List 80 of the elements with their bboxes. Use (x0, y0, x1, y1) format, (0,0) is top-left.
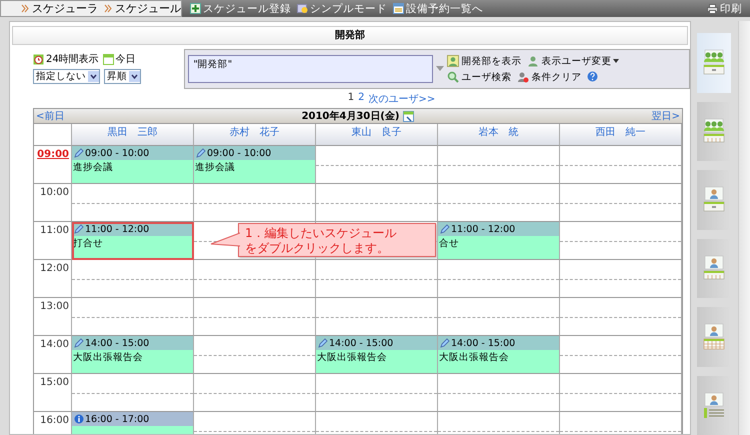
event-title: 大阪出張報告会 (72, 351, 144, 364)
event-title: 大阪出張報告会 (316, 351, 388, 364)
schedule-event[interactable]: 09:00 - 10:00 進捗会議 (194, 146, 316, 184)
event-title: 進捗会議 (194, 161, 236, 174)
dropdown-arrow-icon[interactable] (436, 66, 444, 72)
schedule-event[interactable]: 16:00 - 17:00 (72, 412, 194, 434)
page-link[interactable]: 2 (358, 92, 364, 106)
panel-title: 開発部 (12, 26, 688, 45)
time-label: 13:00 (34, 298, 72, 336)
note-icon (297, 3, 308, 14)
today-link[interactable]: 今日 (102, 52, 136, 66)
schedule-event[interactable]: 14:00 - 15:00 大阪出張報告会 (72, 336, 194, 374)
event-time: 14:00 - 15:00 (329, 338, 394, 348)
user-search-icon (447, 71, 460, 83)
caret-icon (613, 59, 620, 63)
user-column-header[interactable]: 岩本 統 (438, 124, 560, 146)
user-icon (527, 55, 540, 67)
calendar-icon (102, 54, 114, 64)
24-hour-link[interactable]: 24時間表示 (33, 52, 99, 66)
user-clear-icon (517, 71, 530, 83)
user-column-header[interactable]: 西田 純一 (560, 124, 682, 146)
event-title: 進捗会議 (72, 161, 114, 174)
callout-text: をダブルクリックします。 (245, 241, 390, 256)
pencil-icon (318, 338, 328, 348)
dropdown-select[interactable]: 昇順 (104, 69, 141, 84)
menu-button[interactable]: 表示ユーザ変更 (527, 54, 620, 68)
calendar-icon[interactable] (403, 110, 414, 122)
event-time: 09:00 - 10:00 (207, 148, 272, 158)
schedule-event[interactable]: 09:00 - 10:00 進捗会議 (72, 146, 194, 184)
calendar-icon (393, 3, 404, 14)
time-label: 15:00 (34, 374, 72, 412)
event-time: 11:00 - 12:00 (451, 224, 516, 234)
search-field[interactable]: "開発部" (188, 55, 434, 83)
menu-link[interactable]: シンプルモード (297, 2, 387, 16)
user-column-header[interactable]: 東山 良子 (316, 124, 438, 146)
event-time: 11:00 - 12:00 (85, 224, 150, 234)
time-label: 10:00 (34, 184, 72, 222)
toolbar-button[interactable]: ユーザ検索 (447, 70, 512, 84)
pencil-icon (74, 338, 84, 348)
previous-day-link[interactable]: <前日 (36, 109, 64, 123)
print-link[interactable]: 印刷 (707, 2, 742, 16)
user-icon (447, 55, 460, 67)
next-day-link[interactable]: 翌日> (652, 109, 680, 123)
help-icon[interactable] (587, 70, 598, 82)
event-time: 14:00 - 15:00 (451, 338, 516, 348)
schedule-event[interactable]: 14:00 - 15:00 大阪出張報告会 (316, 336, 438, 374)
toolbar-button[interactable]: 開発部を表示 (447, 54, 522, 68)
date-title: 2010年4月30日(金) (302, 110, 400, 123)
dropdown-select[interactable]: 指定しない (33, 69, 100, 84)
pencil-icon (74, 224, 84, 234)
event-time: 09:00 - 10:00 (85, 148, 150, 158)
event-time: 14:00 - 15:00 (85, 338, 150, 348)
event-title: 大阪出張報告会 (438, 351, 510, 364)
event-title: 合せ (438, 237, 460, 250)
user-column-header[interactable]: 赤村 花子 (194, 124, 316, 146)
scrollbar[interactable] (738, 21, 750, 435)
add-icon (190, 3, 201, 14)
next-users-link[interactable]: 次のユーザ>> (368, 92, 436, 106)
time-label: 12:00 (34, 260, 72, 298)
schedule-event[interactable]: 14:00 - 15:00 大阪出張報告会 (438, 336, 560, 374)
breadcrumb-item[interactable]: スケジューラ (21, 1, 98, 16)
menu-link[interactable]: スケジュール登録 (190, 2, 291, 16)
breadcrumb-item[interactable]: スケジュール (104, 1, 181, 16)
page-link[interactable]: 1 (348, 92, 354, 106)
schedule-event[interactable]: 11:00 - 12:00 合せ (438, 222, 560, 260)
clock-icon (33, 54, 44, 64)
user-column-header[interactable]: 黒田 三郎 (72, 124, 194, 146)
chevron-icon (104, 4, 113, 13)
info-icon (74, 414, 84, 424)
pencil-icon (440, 338, 450, 348)
event-time: 16:00 - 17:00 (85, 414, 150, 424)
pencil-icon (74, 148, 84, 158)
callout-text: 1．編集したいスケジュール (245, 226, 398, 241)
menu-link[interactable]: 設備予約一覧へ (393, 2, 483, 16)
pencil-icon (440, 224, 450, 234)
view-tab[interactable] (697, 33, 731, 92)
printer-icon (707, 4, 718, 14)
toolbar-button[interactable]: 条件クリア (517, 70, 582, 84)
pencil-icon (196, 148, 206, 158)
chevron-icon (21, 4, 30, 13)
